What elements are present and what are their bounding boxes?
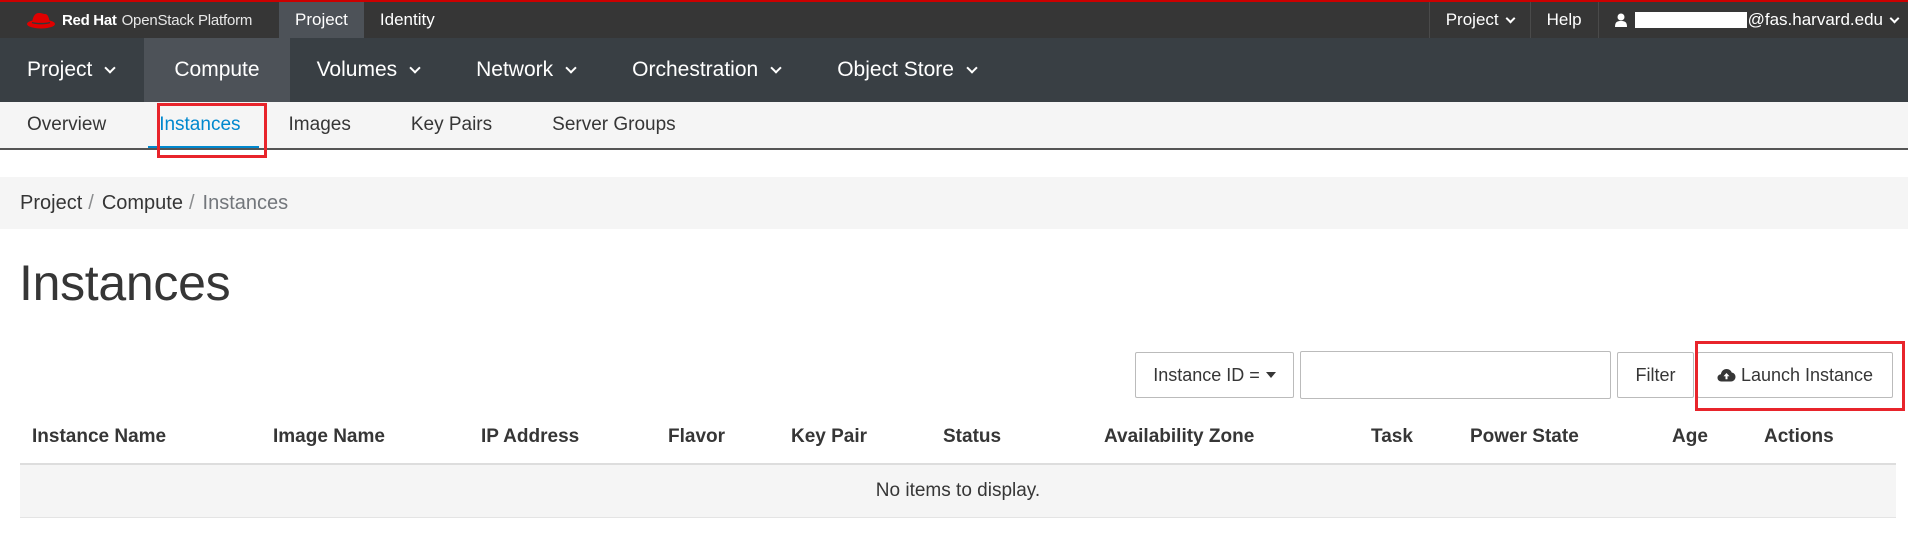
nav-compute[interactable]: Compute	[144, 38, 290, 102]
top-tab-project[interactable]: Project	[279, 2, 364, 38]
filter-field-label: Instance ID =	[1153, 364, 1260, 385]
filter-button-label: Filter	[1635, 364, 1676, 385]
project-dropdown[interactable]: Project	[1428, 2, 1530, 38]
user-menu[interactable]: @fas.harvard.edu	[1597, 2, 1908, 38]
top-bar: Red Hat OpenStack Platform Project Ident…	[0, 0, 1908, 38]
table-empty-row: No items to display.	[20, 465, 1896, 518]
nav-volumes[interactable]: Volumes	[290, 38, 450, 102]
chevron-down-icon	[409, 61, 421, 74]
redacted-username	[1634, 12, 1747, 28]
breadcrumb-separator: /	[88, 191, 94, 214]
help-label: Help	[1546, 10, 1582, 29]
nav-orchestration[interactable]: Orchestration	[605, 38, 810, 102]
nav-orchestration-label: Orchestration	[632, 58, 759, 81]
top-right-menu: Project Help @fas.harvard.edu	[1428, 2, 1908, 38]
chevron-down-icon	[1889, 13, 1900, 23]
nav-object-store[interactable]: Object Store	[810, 38, 1006, 102]
column-age[interactable]: Age	[1672, 426, 1708, 448]
red-hat-logo-icon	[27, 13, 55, 29]
chevron-down-icon	[104, 61, 117, 74]
filter-input[interactable]	[1300, 351, 1611, 399]
top-tab-identity[interactable]: Identity	[364, 2, 451, 38]
column-flavor[interactable]: Flavor	[668, 426, 725, 448]
nav-project[interactable]: Project	[0, 38, 144, 102]
main-nav: Project Compute Volumes Network Orchestr…	[0, 38, 1908, 102]
brand-name-bold: Red Hat	[62, 11, 117, 29]
column-ip-address[interactable]: IP Address	[481, 426, 579, 448]
chevron-down-icon	[770, 61, 782, 74]
column-task[interactable]: Task	[1371, 426, 1413, 448]
breadcrumb-separator: /	[188, 191, 195, 214]
column-key-pair[interactable]: Key Pair	[791, 426, 867, 448]
chevron-down-icon	[565, 61, 577, 74]
breadcrumb-instances: Instances	[202, 191, 289, 214]
nav-object-store-label: Object Store	[837, 58, 954, 81]
instances-table-header: Instance Name Image Name IP Address Flav…	[20, 414, 1896, 465]
nav-network[interactable]: Network	[449, 38, 605, 102]
user-icon	[1614, 13, 1627, 27]
instances-tab-highlight	[157, 103, 267, 158]
chevron-down-icon	[966, 61, 978, 74]
page-title: Instances	[19, 255, 231, 311]
project-dropdown-label: Project	[1445, 10, 1499, 29]
column-actions: Actions	[1764, 426, 1834, 447]
breadcrumb: Project / Compute / Instances	[0, 177, 1908, 229]
empty-message: No items to display.	[875, 480, 1041, 501]
column-image-name[interactable]: Image Name	[273, 426, 385, 448]
filter-button[interactable]: Filter	[1617, 352, 1694, 398]
user-email-domain: @fas.harvard.edu	[1747, 10, 1883, 29]
brand-name-light: OpenStack Platform	[121, 11, 253, 29]
subnav-images[interactable]: Images	[271, 102, 381, 148]
nav-project-label: Project	[27, 58, 93, 81]
nav-volumes-label: Volumes	[316, 58, 398, 81]
subnav-overview[interactable]: Overview	[0, 102, 136, 148]
help-link[interactable]: Help	[1529, 2, 1598, 38]
column-instance-name[interactable]: Instance Name	[32, 426, 166, 448]
chevron-down-icon	[1505, 13, 1516, 23]
subnav-key-pairs[interactable]: Key Pairs	[381, 102, 522, 148]
breadcrumb-project[interactable]: Project	[20, 192, 82, 215]
breadcrumb-compute[interactable]: Compute	[102, 192, 183, 215]
sub-nav: Overview Instances Images Key Pairs Serv…	[0, 102, 1908, 150]
nav-compute-label: Compute	[174, 58, 260, 81]
column-status[interactable]: Status	[943, 426, 1001, 448]
launch-instance-highlight	[1695, 341, 1905, 411]
nav-network-label: Network	[476, 58, 554, 81]
column-availability-zone[interactable]: Availability Zone	[1104, 426, 1254, 448]
column-power-state[interactable]: Power State	[1470, 426, 1579, 448]
brand-logo[interactable]: Red Hat OpenStack Platform	[0, 2, 279, 38]
caret-down-icon	[1265, 372, 1276, 378]
subnav-server-groups[interactable]: Server Groups	[522, 102, 706, 148]
filter-field-dropdown[interactable]: Instance ID =	[1135, 352, 1294, 398]
